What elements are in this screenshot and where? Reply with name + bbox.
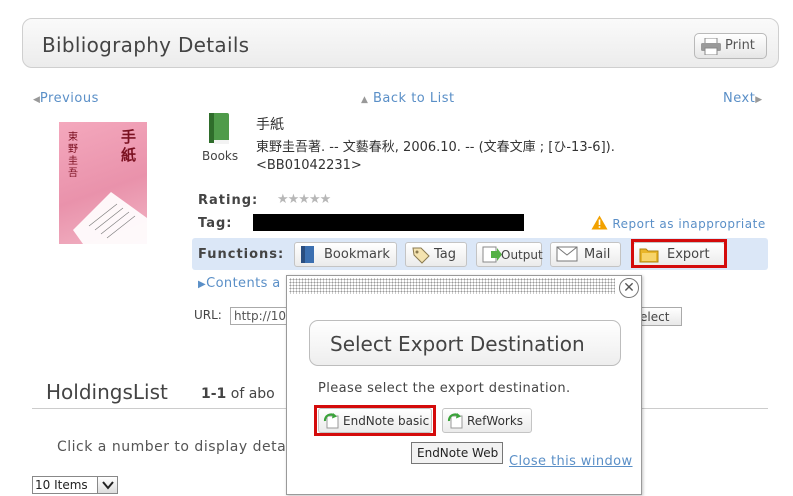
- description-line: 東野圭吾著. -- 文藝春秋, 2006.10. -- (文春文庫 ; [ひ-1…: [256, 140, 615, 155]
- left-arrow-icon: ◀: [33, 95, 40, 105]
- rating-label: Rating:: [198, 193, 259, 208]
- items-per-page-value: 10 Items: [35, 478, 88, 492]
- endnote-highlight-box: [314, 405, 436, 436]
- printer-icon: [700, 37, 722, 59]
- dialog-title: Select Export Destination: [330, 332, 585, 356]
- book-title: 手紙: [256, 117, 284, 133]
- bookmark-button[interactable]: Bookmark: [294, 242, 397, 267]
- warning-icon: [591, 215, 612, 231]
- expand-arrow-icon: ▶: [198, 279, 207, 290]
- tag-label: Tag:: [198, 216, 233, 231]
- rating-stars[interactable]: ★★★★★: [277, 192, 331, 207]
- close-window-link[interactable]: Close this window: [509, 454, 633, 469]
- bookmark-icon: [300, 246, 316, 267]
- book-description: 東野圭吾著. -- 文藝春秋, 2006.10. -- (文春文庫 ; [ひ-1…: [256, 139, 716, 175]
- export-highlight-box: [631, 239, 727, 268]
- items-per-page-select[interactable]: 10 Items: [32, 476, 118, 494]
- tooltip: EndNote Web: [411, 442, 503, 464]
- holdings-title: HoldingsList: [46, 380, 168, 404]
- material-type: Books: [202, 149, 239, 163]
- report-link[interactable]: Report as inappropriate: [591, 215, 766, 231]
- print-button[interactable]: Print: [694, 33, 767, 59]
- select-button[interactable]: elect: [636, 307, 682, 326]
- tag-icon: [411, 246, 431, 268]
- output-icon: [482, 246, 502, 266]
- functions-label: Functions:: [198, 247, 285, 262]
- back-to-list-link[interactable]: ▲ Back to List: [361, 87, 455, 106]
- page-header: Bibliography Details Print: [22, 18, 779, 68]
- close-icon[interactable]: ✕: [619, 278, 639, 298]
- page-title: Bibliography Details: [42, 33, 250, 57]
- refworks-button[interactable]: RefWorks: [442, 408, 532, 433]
- holdings-count: 1-1 of abo: [201, 386, 275, 402]
- next-link[interactable]: Next▶: [723, 87, 762, 106]
- record-id: <BB01042231>: [256, 158, 362, 173]
- book-cover-image: 手紙 東野圭吾: [59, 122, 147, 244]
- contents-link[interactable]: ▶Contents a: [198, 276, 281, 291]
- previous-link[interactable]: ◀Previous: [33, 87, 99, 106]
- export-arrow-icon: [447, 413, 464, 432]
- export-destination-dialog: ✕ Select Export Destination Please selec…: [286, 275, 642, 495]
- up-arrow-icon: ▲: [361, 95, 368, 105]
- tag-button[interactable]: Tag: [405, 242, 467, 267]
- mail-icon: [556, 246, 578, 266]
- dialog-heading-box: Select Export Destination: [309, 320, 621, 366]
- tag-redaction: [253, 214, 524, 231]
- print-label: Print: [725, 38, 755, 53]
- holdings-hint: Click a number to display deta: [57, 439, 287, 455]
- dialog-instruction: Please select the export destination.: [318, 381, 571, 396]
- dialog-drag-handle[interactable]: [289, 278, 615, 294]
- book-icon: [206, 112, 232, 146]
- right-arrow-icon: ▶: [755, 95, 763, 105]
- mail-button[interactable]: Mail: [550, 242, 621, 267]
- output-button[interactable]: Output: [476, 242, 543, 267]
- url-field[interactable]: http://10: [230, 307, 288, 325]
- url-label: URL:: [194, 308, 222, 322]
